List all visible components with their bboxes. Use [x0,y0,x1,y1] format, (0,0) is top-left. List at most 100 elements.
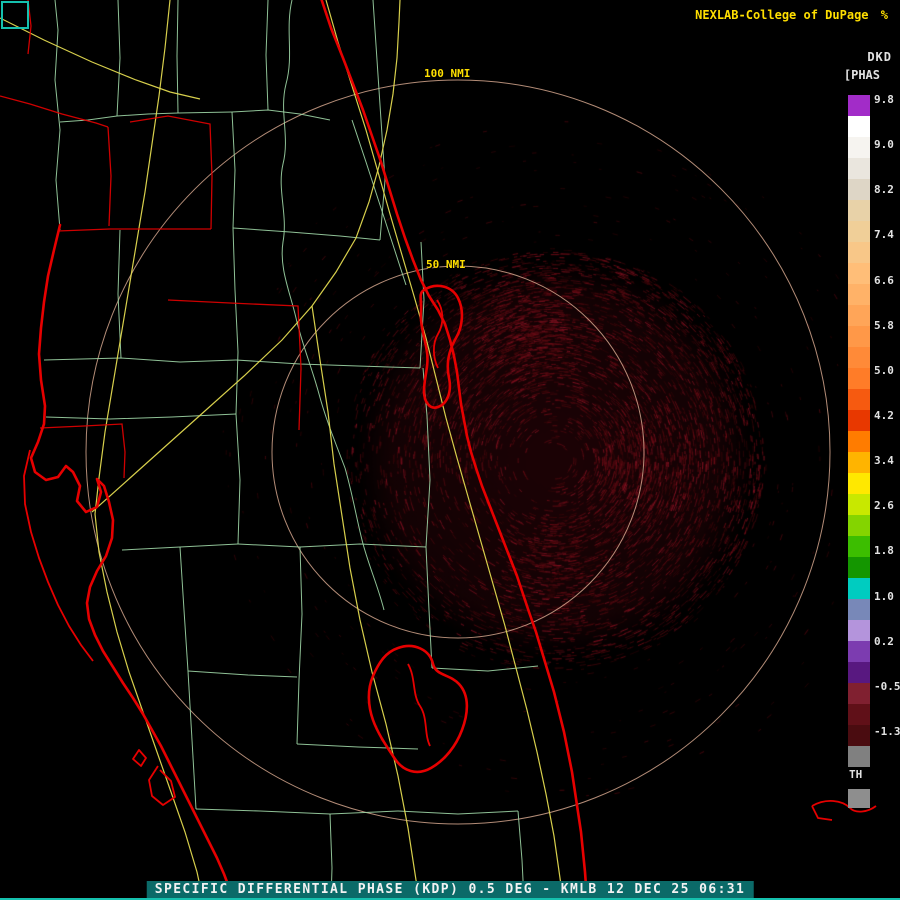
brand-text: NEXLAB-College of DuPage % [695,8,888,22]
colorbar-tick-label: 7.4 [874,228,894,242]
county-line [176,0,179,114]
range-rings [85,79,831,825]
map-overlay [0,0,877,900]
colorbar-segment [848,347,870,368]
brand-logo-icon: % [880,8,888,22]
units-label: [PHAS [843,68,880,82]
lake-okeechobee-outline [367,644,469,774]
colorbar-tick-label: 8.2 [874,183,894,197]
colorbar-segment [848,746,870,767]
colorbar-segment [848,116,870,137]
county-line [116,111,233,117]
colorbar-segment [848,641,870,662]
county-line [296,546,303,745]
colorbar-segment [848,221,870,242]
colorbar-segment [848,389,870,410]
colorbar-segment [848,431,870,452]
red-boundary [167,299,302,431]
red-boundary [39,423,126,479]
colorbar-tick-label: 6.6 [874,273,894,287]
harbor-inlet [148,765,176,806]
county-line [54,0,61,231]
red-boundary [0,95,109,128]
colorbar-tick-label: -0.5 [874,679,900,693]
radar-display: NEXLAB-College of DuPage % DKD [PHAS 100… [0,0,900,900]
highway-line [91,0,401,513]
barrier-island-line [23,449,94,662]
colorbar-segment [848,515,870,536]
colorbar-segment [848,284,870,305]
colorbar-segment [848,305,870,326]
colorbar-segment [848,242,870,263]
colorbar-segment [848,200,870,221]
range-ring-100nmi [85,79,831,825]
colorbar-threshold-label: TH [849,768,863,781]
colorbar-segment [848,368,870,389]
county-line [116,0,121,117]
colorbar-tick-label: 5.8 [874,318,894,332]
river-line [344,467,385,611]
county-line [431,665,539,672]
coastlines [0,0,877,900]
red-boundary [129,115,213,230]
highway-line [325,0,564,900]
county-line [45,413,237,420]
county-line [296,743,419,750]
colorbar-tick-label: 0.2 [874,634,894,648]
colorbar-tick-label: 3.4 [874,454,894,468]
colorbar-segment [848,494,870,515]
red-boundary [107,126,112,227]
colorbar-tick-label: 2.6 [874,499,894,513]
colorbar-tick-label: 5.0 [874,363,894,377]
colorbar-segment [848,662,870,683]
range-ring-label-50nmi: 50 NMI [426,258,466,271]
lake-inner-line [407,663,431,747]
east-coastline [320,0,589,900]
highways [0,0,564,900]
colorbar-segment [848,452,870,473]
inlet-blob [132,749,147,767]
county-line [231,111,236,229]
colorbar-segment [848,158,870,179]
county-line [231,109,331,121]
colorbar-segment [848,578,870,599]
west-coastline [29,223,236,900]
county-boundaries [43,0,539,900]
county-line [265,0,269,111]
colorbar-tick-label: 9.0 [874,138,894,152]
county-line [235,413,241,545]
product-caption: SPECIFIC DIFFERENTIAL PHASE (KDP) 0.5 DE… [146,881,754,898]
colorbar-segment [848,620,870,641]
colorbar-segment [848,704,870,725]
colorbar-tick-label: 1.0 [874,589,894,603]
corner-box [1,1,29,29]
county-line [187,670,298,678]
county-line [425,546,433,669]
colorbar-segment [848,683,870,704]
colorbar-tick-label: -1.3 [874,724,900,738]
colorbar-segment [848,179,870,200]
colorbar-tick-label: 9.8 [874,93,894,106]
colorbar-segment [848,536,870,557]
colorbar-segment [848,557,870,578]
county-line [237,543,427,548]
red-boundary [57,228,211,232]
brand-label: NEXLAB-College of DuPage [695,8,869,22]
colorbar-tick-label: 4.2 [874,408,894,422]
colorbar-segment [848,95,870,116]
county-line [179,546,189,672]
county-line [397,810,519,815]
colorbar-segment [848,725,870,746]
range-ring-50nmi [271,265,645,639]
county-line [43,357,237,363]
colorbar-segment [848,410,870,431]
colorbar-segment [848,326,870,347]
colorbar-bottom-segment [848,789,870,808]
county-line [351,119,407,286]
colorbar-segment [848,473,870,494]
county-line [372,0,386,241]
colorbar-segment [848,263,870,284]
county-line [232,227,239,415]
county-line [235,359,421,369]
colorbar-segment [848,137,870,158]
